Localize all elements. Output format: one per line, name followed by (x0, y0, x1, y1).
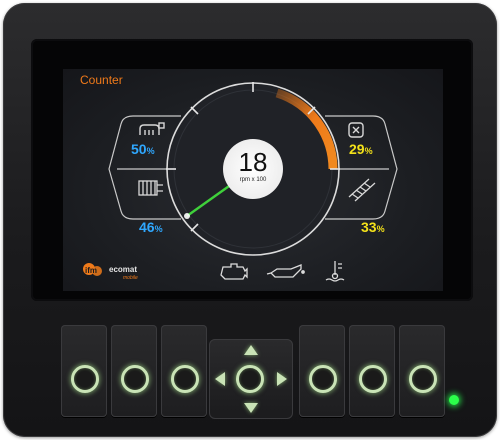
key-led-ring (409, 365, 437, 393)
bucket-icon (348, 122, 364, 138)
key-led-ring (121, 365, 149, 393)
readout-bottom-right-value: 33 (361, 219, 377, 235)
readout-bottom-left: 46% (139, 219, 163, 235)
right-arrow-button[interactable] (277, 372, 287, 386)
enter-button[interactable] (236, 365, 264, 393)
readout-bottom-right: 33% (361, 219, 385, 235)
lcd-screen: Counter ifm ecomat mobile 18 rpm x 100 5… (63, 69, 443, 291)
oil-can-icon (266, 264, 305, 278)
function-key-2[interactable] (111, 325, 157, 417)
svg-text:ifm: ifm (85, 266, 97, 275)
display-device: Counter ifm ecomat mobile 18 rpm x 100 5… (3, 3, 497, 437)
svg-text:mobile: mobile (123, 275, 138, 281)
keypad (61, 325, 445, 419)
key-led-ring (71, 365, 99, 393)
coolant-temperature-icon (325, 261, 345, 282)
ecomat-mobile-logo: ecomat mobile (109, 265, 138, 281)
down-arrow-button[interactable] (244, 403, 258, 413)
hydraulic-icon (139, 122, 165, 135)
function-key-6[interactable] (399, 325, 445, 417)
readout-top-right-unit: % (364, 146, 373, 156)
readout-bottom-right-unit: % (376, 224, 385, 234)
key-led-ring (359, 365, 387, 393)
readout-top-right: 29% (349, 141, 373, 157)
function-key-4[interactable] (299, 325, 345, 417)
readout-bottom-left-unit: % (154, 224, 163, 234)
readout-top-right-value: 29 (349, 141, 365, 157)
readout-top-left-value: 50 (131, 141, 147, 157)
left-arrow-button[interactable] (215, 372, 225, 386)
function-key-3[interactable] (161, 325, 207, 417)
navigation-pad (209, 339, 293, 419)
readout-top-left-unit: % (146, 146, 155, 156)
screen-bezel: Counter ifm ecomat mobile 18 rpm x 100 5… (31, 39, 473, 301)
function-key-5[interactable] (349, 325, 395, 417)
status-led (449, 395, 459, 405)
key-led-ring (171, 365, 199, 393)
up-arrow-button[interactable] (244, 345, 258, 355)
radiator-icon (138, 180, 163, 196)
readout-top-left: 50% (131, 141, 155, 157)
key-led-ring (309, 365, 337, 393)
ladder-icon (348, 178, 376, 202)
svg-text:ecomat: ecomat (109, 265, 137, 274)
rpm-value: 18 (238, 147, 268, 177)
engine-icon (220, 263, 248, 280)
rpm-unit: rpm x 100 (239, 177, 267, 183)
ifm-logo: ifm (83, 263, 102, 276)
function-key-1[interactable] (61, 325, 107, 417)
readout-bottom-left-value: 46 (139, 219, 155, 235)
